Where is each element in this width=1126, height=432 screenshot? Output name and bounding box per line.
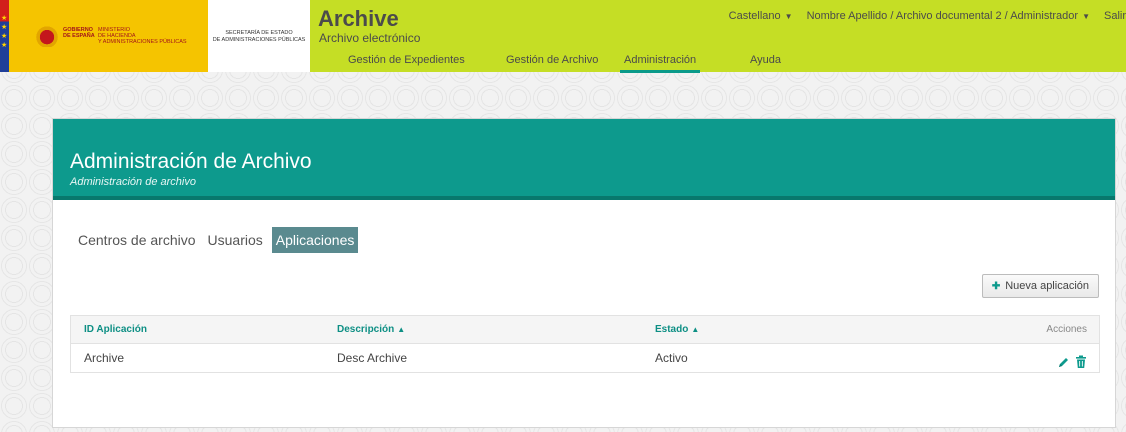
government-label: GOBIERNO DE ESPAÑA	[63, 27, 95, 39]
caret-down-icon: ▼	[1082, 12, 1090, 21]
new-application-label: Nueva aplicación	[1005, 280, 1089, 292]
caret-down-icon: ▼	[784, 12, 793, 21]
cell-id: Archive	[84, 351, 125, 365]
column-description[interactable]: Descripción ▲	[337, 316, 405, 344]
panel-header: Administración de Archivo Administración…	[53, 119, 1115, 200]
page-title: Administración de Archivo	[70, 150, 312, 173]
trash-icon[interactable]	[1075, 351, 1087, 368]
app-bar: Archive Archivo electrónico Castellano ▼ …	[310, 0, 1126, 73]
column-id[interactable]: ID Aplicación	[84, 316, 147, 344]
page-subtitle: Administración de archivo	[70, 176, 196, 188]
applications-table: ID Aplicación Descripción ▲ Estado ▲ Accio…	[70, 315, 1100, 373]
nav-ayuda[interactable]: Ayuda	[750, 54, 781, 72]
user-menu-bar: Castellano ▼ Nombre Apellido / Archivo do…	[729, 10, 1126, 22]
sort-asc-icon: ▲	[397, 325, 406, 334]
nav-administracion[interactable]: Administración	[619, 54, 701, 73]
new-application-button[interactable]: ✚ Nueva aplicación	[981, 274, 1099, 298]
app-subtitle: Archivo electrónico	[319, 31, 421, 45]
row-actions	[1057, 344, 1087, 372]
cell-description: Desc Archive	[337, 351, 408, 365]
table-header: ID Aplicación Descripción ▲ Estado ▲ Accio…	[71, 316, 1099, 344]
tab-centros-archivo[interactable]: Centros de archivo	[75, 228, 199, 252]
admin-panel: Administración de Archivo Administración…	[52, 118, 1116, 428]
coat-of-arms-icon	[34, 25, 60, 47]
language-selector[interactable]: Castellano ▼	[729, 10, 793, 22]
sort-asc-icon: ▲	[691, 325, 700, 334]
tab-usuarios[interactable]: Usuarios	[205, 228, 266, 252]
nav-gestion-expedientes[interactable]: Gestión de Expedientes	[348, 54, 465, 72]
nav-gestion-archivo[interactable]: Gestión de Archivo	[506, 54, 598, 72]
logout-link[interactable]: Salir	[1104, 10, 1126, 22]
table-row: Archive Desc Archive Activo	[71, 344, 1099, 372]
user-menu[interactable]: Nombre Apellido / Archivo documental 2 /…	[807, 10, 1090, 22]
section-tabs: Centros de archivo Usuarios Aplicaciones	[75, 227, 364, 253]
tab-aplicaciones[interactable]: Aplicaciones	[271, 227, 359, 253]
ministry-label: MINISTERIO DE HACIENDA Y ADMINISTRACIONE…	[98, 27, 187, 45]
eu-stars-icon: ★ ★ ★ ★	[1, 15, 8, 49]
cell-status: Activo	[655, 351, 688, 365]
column-status[interactable]: Estado ▲	[655, 316, 699, 344]
column-actions: Acciones	[1046, 324, 1087, 335]
app-title[interactable]: Archive	[318, 6, 399, 32]
plus-icon: ✚	[991, 280, 1001, 292]
app-header: ★ ★ ★ ★ GOBIERNO DE ESPAÑA MINISTERIO DE HA…	[0, 0, 1126, 73]
secretary-logo: SECRETARÍA DE ESTADO DE ADMINISTRACIONES…	[208, 0, 310, 72]
edit-icon[interactable]	[1057, 351, 1069, 367]
government-logo[interactable]: ★ ★ ★ ★ GOBIERNO DE ESPAÑA MINISTERIO DE HA…	[0, 0, 208, 72]
